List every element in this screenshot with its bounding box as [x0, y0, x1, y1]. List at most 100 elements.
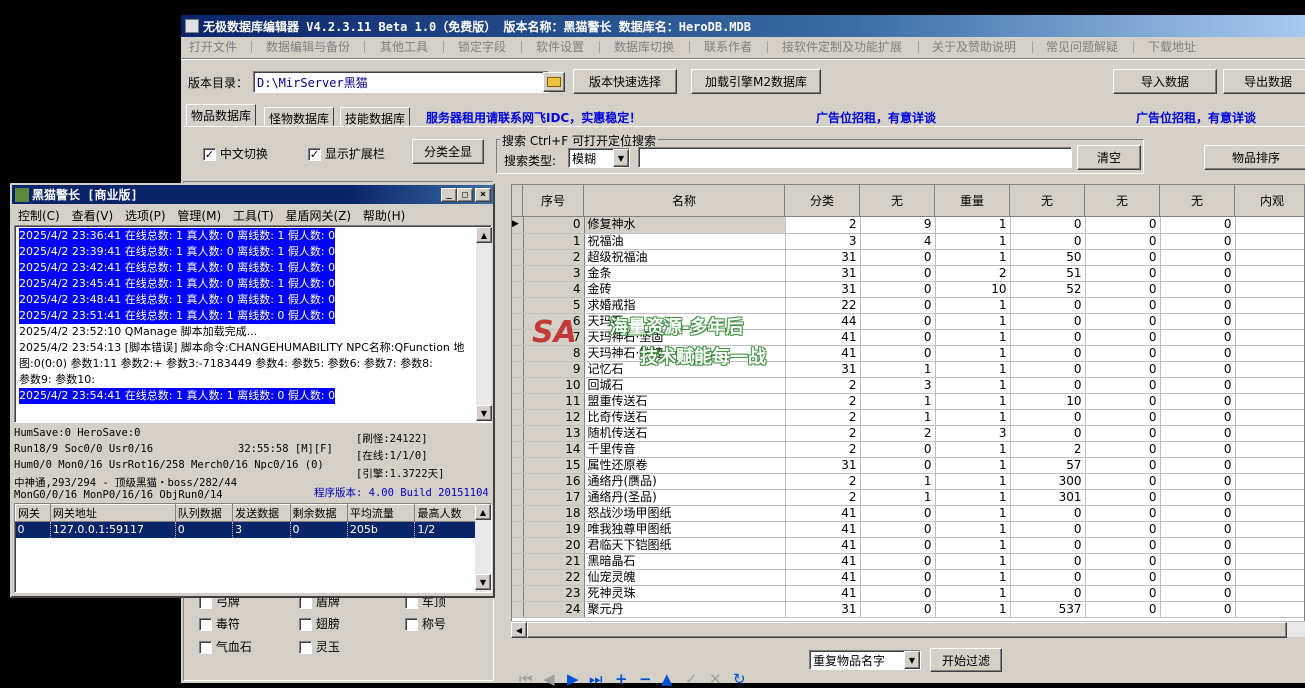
value-cell[interactable]: 20186: [1235, 281, 1304, 298]
value-cell[interactable]: 2: [785, 473, 861, 490]
value-cell[interactable]: 20185: [1235, 265, 1304, 282]
value-cell[interactable]: 28837: [1235, 217, 1304, 234]
value-cell[interactable]: 2: [785, 377, 861, 394]
value-cell[interactable]: 0: [1010, 569, 1086, 586]
value-cell[interactable]: 300: [1010, 473, 1086, 490]
col-header-index[interactable]: 序号: [523, 185, 584, 217]
row-index-cell[interactable]: 24: [523, 601, 585, 618]
value-cell[interactable]: 41: [785, 345, 861, 362]
value-cell[interactable]: 41: [785, 585, 861, 602]
name-cell[interactable]: 金条: [584, 265, 786, 282]
chk-poison[interactable]: 毒符: [199, 615, 240, 632]
value-cell[interactable]: 0: [1085, 601, 1161, 618]
col-header-name[interactable]: 名称: [584, 185, 785, 217]
value-cell[interactable]: 0: [860, 441, 936, 458]
value-cell[interactable]: 28914: [1235, 249, 1304, 266]
scroll-down-button[interactable]: ▼: [475, 574, 491, 590]
search-type-select[interactable]: 模糊 ▼: [568, 148, 630, 168]
value-cell[interactable]: 31: [785, 361, 861, 378]
ad-slot-2[interactable]: 广告位招租，有意详谈: [1136, 109, 1256, 126]
menu-tools[interactable]: 工具(T): [233, 209, 274, 223]
import-data-button[interactable]: 导入数据: [1113, 69, 1217, 94]
chevron-down-icon[interactable]: ▼: [904, 651, 920, 669]
row-index-cell[interactable]: 2: [523, 249, 585, 266]
ad-slot-1[interactable]: 广告位招租，有意详谈: [816, 109, 936, 126]
value-cell[interactable]: 0: [1085, 585, 1161, 602]
start-filter-button[interactable]: 开始过滤: [930, 648, 1002, 672]
value-cell[interactable]: 10832: [1235, 537, 1304, 554]
value-cell[interactable]: 9: [860, 217, 936, 234]
maximize-button[interactable]: □: [457, 187, 473, 202]
menu-settings[interactable]: 软件设置: [536, 38, 584, 55]
table-row[interactable]: 21黑暗晶石410100020302: [512, 553, 1304, 570]
menu-db-switch[interactable]: 数据库切换: [614, 38, 674, 55]
table-row[interactable]: 14千里传音20120028855: [512, 441, 1304, 458]
value-cell[interactable]: 20256: [1235, 601, 1304, 618]
scroll-thumb[interactable]: [527, 622, 1287, 638]
post-record-icon[interactable]: ✓: [685, 670, 698, 688]
value-cell[interactable]: 0: [1160, 521, 1236, 538]
table-row[interactable]: 16通络丹(赝品)2113000010702: [512, 473, 1304, 490]
value-cell[interactable]: 0: [1160, 409, 1236, 426]
name-cell[interactable]: 回城石: [584, 377, 786, 394]
gateway-row[interactable]: 0 127.0.0.1:59117 0 3 0 205b 1/2: [15, 521, 477, 538]
value-cell[interactable]: 1: [935, 473, 1011, 490]
value-cell[interactable]: 1025: [1235, 425, 1304, 442]
row-index-cell[interactable]: 16: [523, 473, 585, 490]
classify-all-button[interactable]: 分类全显: [412, 139, 484, 164]
value-cell[interactable]: 2: [785, 409, 861, 426]
value-cell[interactable]: 2: [935, 265, 1011, 282]
value-cell[interactable]: 1: [935, 569, 1011, 586]
value-cell[interactable]: 0: [1160, 553, 1236, 570]
table-row[interactable]: 24聚元丹31015370020256: [512, 601, 1304, 618]
checkbox[interactable]: [199, 641, 212, 654]
menu-options[interactable]: 选项(P): [125, 209, 166, 223]
value-cell[interactable]: 0: [1085, 553, 1161, 570]
value-cell[interactable]: 1: [935, 313, 1011, 330]
menu-other-tools[interactable]: 其他工具: [380, 38, 428, 55]
tab-skill-db[interactable]: 技能数据库: [340, 107, 411, 126]
value-cell[interactable]: 20303: [1235, 585, 1304, 602]
row-index-cell[interactable]: 21: [523, 553, 585, 570]
value-cell[interactable]: 0: [1160, 393, 1236, 410]
value-cell[interactable]: 10831: [1235, 521, 1304, 538]
row-index-cell[interactable]: 20: [523, 537, 585, 554]
value-cell[interactable]: 0: [1010, 361, 1086, 378]
value-cell[interactable]: 1: [860, 489, 936, 506]
value-cell[interactable]: 0: [860, 329, 936, 346]
col-header-none-3[interactable]: 无: [1085, 185, 1160, 217]
row-index-cell[interactable]: 3: [523, 265, 585, 282]
col-header-none-2[interactable]: 无: [1010, 185, 1085, 217]
value-cell[interactable]: 0: [1010, 425, 1086, 442]
value-cell[interactable]: 52: [1010, 281, 1086, 298]
value-cell[interactable]: 10: [1010, 393, 1086, 410]
value-cell[interactable]: 0: [860, 601, 936, 618]
value-cell[interactable]: 50: [1010, 249, 1086, 266]
value-cell[interactable]: 0: [1085, 473, 1161, 490]
edit-record-icon[interactable]: ▲: [661, 670, 673, 688]
gw-col-header[interactable]: 发送数据: [232, 504, 291, 522]
value-cell[interactable]: 1: [935, 361, 1011, 378]
value-cell[interactable]: 301: [1010, 489, 1086, 506]
gw-col-header[interactable]: 网关地址: [49, 504, 176, 522]
value-cell[interactable]: 1: [935, 441, 1011, 458]
value-cell[interactable]: 2: [785, 489, 861, 506]
menu-view[interactable]: 查看(V): [72, 209, 114, 223]
value-cell[interactable]: 1: [860, 473, 936, 490]
gw-col-header[interactable]: 队列数据: [174, 504, 234, 522]
value-cell[interactable]: 0: [1085, 425, 1161, 442]
value-cell[interactable]: 0: [1160, 569, 1236, 586]
value-cell[interactable]: 2: [785, 217, 861, 234]
gw-col-header[interactable]: 最高人数: [414, 504, 477, 522]
table-row[interactable]: 15属性还原卷3101570010704: [512, 457, 1304, 474]
value-cell[interactable]: 28643: [1235, 345, 1304, 362]
folder-browse-button[interactable]: [543, 72, 565, 92]
data-grid[interactable]: 序号 名称 分类 无 重量 无 无 无 内观 ▶0修复神水29100028837…: [511, 184, 1305, 635]
row-index-cell[interactable]: 4: [523, 281, 585, 298]
gw-col-header[interactable]: 剩余数据: [289, 504, 348, 522]
value-cell[interactable]: 1: [935, 233, 1011, 250]
value-cell[interactable]: 2: [785, 441, 861, 458]
value-cell[interactable]: 1: [860, 361, 936, 378]
table-row[interactable]: 19唯我独尊甲图纸410100010831: [512, 521, 1304, 538]
table-row[interactable]: 17通络丹(圣品)2113010010703: [512, 489, 1304, 506]
